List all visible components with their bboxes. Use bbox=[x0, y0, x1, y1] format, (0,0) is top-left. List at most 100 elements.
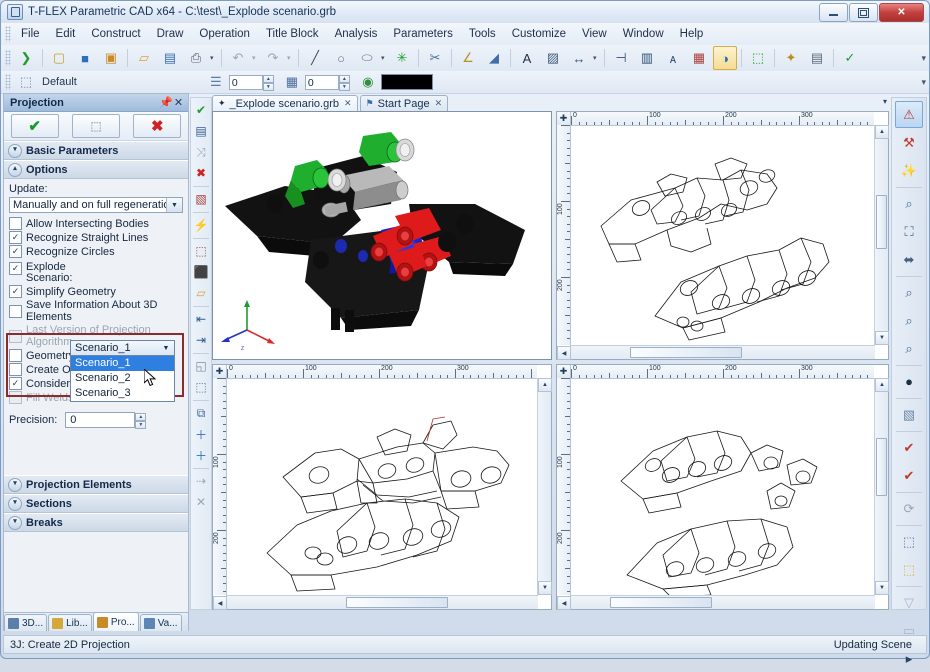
close-icon[interactable]: ✕ bbox=[172, 96, 185, 109]
color-swatch[interactable] bbox=[381, 74, 433, 90]
draw-ellipse-icon[interactable]: ⬭ bbox=[355, 46, 379, 70]
chevron-down-icon[interactable]: ▼ bbox=[166, 198, 182, 212]
coordinate-system-icon[interactable]: ⬚ bbox=[191, 377, 211, 397]
new-from-template-icon[interactable]: ▣ bbox=[99, 46, 123, 70]
preview-button[interactable]: ⬚ bbox=[72, 114, 120, 138]
pin-snap-icon[interactable]: ⚒ bbox=[895, 129, 923, 156]
draw-line-icon[interactable]: ╱ bbox=[303, 46, 327, 70]
checkbox[interactable] bbox=[9, 305, 22, 318]
menu-item-analysis[interactable]: Analysis bbox=[327, 25, 386, 43]
checkbox[interactable]: ✓ bbox=[9, 377, 22, 390]
menu-item-view[interactable]: View bbox=[574, 25, 615, 43]
scroll-left-arrow[interactable]: ◀ bbox=[213, 596, 227, 610]
menu-item-window[interactable]: Window bbox=[615, 25, 672, 43]
print-dropdown-caret[interactable]: ▾ bbox=[210, 54, 218, 62]
check-all-icon[interactable]: ✔ bbox=[895, 462, 923, 489]
color-palette-icon[interactable]: ◉ bbox=[356, 70, 380, 94]
scroll-left-arrow[interactable]: ◀ bbox=[557, 346, 571, 360]
ellipse-dropdown-caret[interactable]: ▾ bbox=[381, 54, 389, 62]
document-tabs-more-icon[interactable]: ▾ bbox=[883, 97, 887, 106]
zoom-previous-icon[interactable]: ⌕ bbox=[895, 335, 923, 362]
scroll-down-arrow[interactable]: ▼ bbox=[538, 581, 552, 595]
update-combo[interactable]: Manually and on full regeneration ▼ bbox=[9, 197, 183, 213]
scroll-thumb-vertical[interactable] bbox=[876, 195, 887, 249]
projection-canvas-bottom-left[interactable] bbox=[227, 379, 537, 595]
open-folder-icon[interactable]: ▱ bbox=[191, 283, 211, 303]
viewport-3d-shaded[interactable]: Z bbox=[212, 111, 552, 360]
option-simplify-geometry[interactable]: ✓Simplify Geometry bbox=[9, 285, 183, 298]
projection-canvas-bottom-right[interactable] bbox=[571, 379, 874, 595]
origin-crosshair-icon[interactable]: ✚ bbox=[557, 365, 571, 379]
precision-input[interactable]: 0 bbox=[65, 412, 135, 428]
magic-wand-icon[interactable]: ✦ bbox=[779, 46, 803, 70]
scroll-thumb-horizontal[interactable] bbox=[630, 347, 742, 358]
layer-toolbar-overflow-icon[interactable]: ▾ bbox=[921, 77, 926, 88]
3d-view-icon[interactable]: ⬚ bbox=[746, 46, 770, 70]
dimension-tool-icon[interactable]: ⇢ bbox=[191, 471, 211, 491]
datum-icon[interactable]: ᴀ bbox=[661, 46, 685, 70]
section-sections[interactable]: ▾Sections bbox=[4, 494, 188, 513]
priority-spinner[interactable]: ▲▼ bbox=[339, 75, 350, 90]
rotate-icon[interactable]: ⟳ bbox=[895, 495, 923, 522]
menu-item-edit[interactable]: Edit bbox=[48, 25, 84, 43]
new-3d-model-icon[interactable]: ■ bbox=[73, 46, 97, 70]
section-options[interactable]: ▴ Options bbox=[4, 160, 188, 179]
dimension-dropdown-caret[interactable]: ▾ bbox=[593, 54, 601, 62]
menu-item-parameters[interactable]: Parameters bbox=[385, 25, 460, 43]
magnet-off-icon[interactable]: ⚠ bbox=[895, 101, 923, 128]
hatch-icon[interactable]: ▨ bbox=[541, 46, 565, 70]
origin-crosshair-icon[interactable]: ✚ bbox=[213, 365, 227, 379]
regenerate-icon[interactable]: ❯ bbox=[14, 46, 38, 70]
tab-variables[interactable]: Va... bbox=[140, 614, 182, 631]
tab-3d-model[interactable]: 3D... bbox=[4, 614, 47, 631]
scroll-up-arrow[interactable]: ▲ bbox=[875, 125, 889, 139]
option-recognize-circles[interactable]: ✓Recognize Circles bbox=[9, 245, 183, 258]
shadow-icon[interactable]: ● bbox=[895, 368, 923, 395]
render-shaded-icon[interactable]: ⬚ bbox=[895, 528, 923, 555]
workplane-icon[interactable]: ◱ bbox=[191, 356, 211, 376]
menu-item-file[interactable]: File bbox=[13, 25, 48, 43]
checkbox[interactable] bbox=[9, 217, 22, 230]
scrollbar-horizontal-top-right[interactable]: ◀ bbox=[570, 345, 875, 359]
document-tab--explode-scenario-grb[interactable]: ✦_Explode scenario.grb✕ bbox=[212, 95, 358, 111]
scroll-down-arrow[interactable]: ▼ bbox=[875, 331, 889, 345]
apply-button[interactable]: ✔ bbox=[11, 114, 59, 138]
level-spinner[interactable]: ▲▼ bbox=[263, 75, 274, 90]
add-parallel-icon[interactable]: ＋ bbox=[191, 424, 211, 444]
explode-scenario-options[interactable]: Scenario_1Scenario_2Scenario_3 bbox=[70, 356, 175, 402]
pin-icon[interactable]: 📌 bbox=[159, 96, 172, 109]
copies-icon[interactable]: ▧ bbox=[895, 401, 923, 428]
menu-item-operation[interactable]: Operation bbox=[191, 25, 258, 43]
menu-item-draw[interactable]: Draw bbox=[149, 25, 192, 43]
flash-icon[interactable]: ⚡ bbox=[191, 215, 211, 235]
horizontal-ruler-bottom-left[interactable]: 0100200300 bbox=[227, 365, 537, 379]
print-icon[interactable]: ⎙ bbox=[184, 46, 208, 70]
scrollbar-vertical-bottom-right[interactable]: ▲ ▼ bbox=[874, 378, 888, 595]
precision-spinner[interactable]: ▲▼ bbox=[135, 413, 146, 428]
menu-grip[interactable] bbox=[5, 26, 11, 42]
chevron-down-icon[interactable]: ▼ bbox=[159, 342, 173, 354]
save-file-icon[interactable]: ▤ bbox=[158, 46, 182, 70]
explode-scenario-checkbox[interactable]: ✓ bbox=[9, 262, 22, 275]
table-icon[interactable]: ▦ bbox=[687, 46, 711, 70]
menu-item-help[interactable]: Help bbox=[672, 25, 712, 43]
menu-item-tools[interactable]: Tools bbox=[461, 25, 504, 43]
clip-plane-icon[interactable]: ▽ bbox=[895, 589, 923, 616]
menu-item-title-block[interactable]: Title Block bbox=[258, 25, 327, 43]
explode-scenario-dropdown[interactable]: Scenario_1 ▼ Scenario_1Scenario_2Scenari… bbox=[70, 340, 175, 402]
align-center-icon[interactable]: ⇥ bbox=[191, 330, 211, 350]
scrollbar-vertical-top-right[interactable]: ▲ ▼ bbox=[874, 125, 888, 345]
layer-name[interactable]: Default bbox=[42, 76, 77, 88]
viewport-projection-bottom-left[interactable]: ✚ 0100200300 100200 bbox=[212, 364, 552, 610]
magnet-on-icon[interactable]: ✨ bbox=[895, 157, 923, 184]
minimize-button[interactable] bbox=[819, 3, 848, 22]
tflex-app-icon[interactable] bbox=[7, 4, 23, 20]
viewport-projection-bottom-right[interactable]: ✚ 0100200300 100200 bbox=[556, 364, 889, 610]
checkbox[interactable]: ✓ bbox=[9, 231, 22, 244]
linear-dimension-icon[interactable]: ↔ bbox=[567, 46, 591, 70]
text-icon[interactable]: A bbox=[515, 46, 539, 70]
select-face-icon[interactable]: ⬛ bbox=[191, 262, 211, 282]
dropdown-option-scenario_2[interactable]: Scenario_2 bbox=[71, 371, 174, 386]
projection-canvas-top-right[interactable] bbox=[571, 126, 874, 345]
checkbox[interactable]: ✓ bbox=[9, 285, 22, 298]
